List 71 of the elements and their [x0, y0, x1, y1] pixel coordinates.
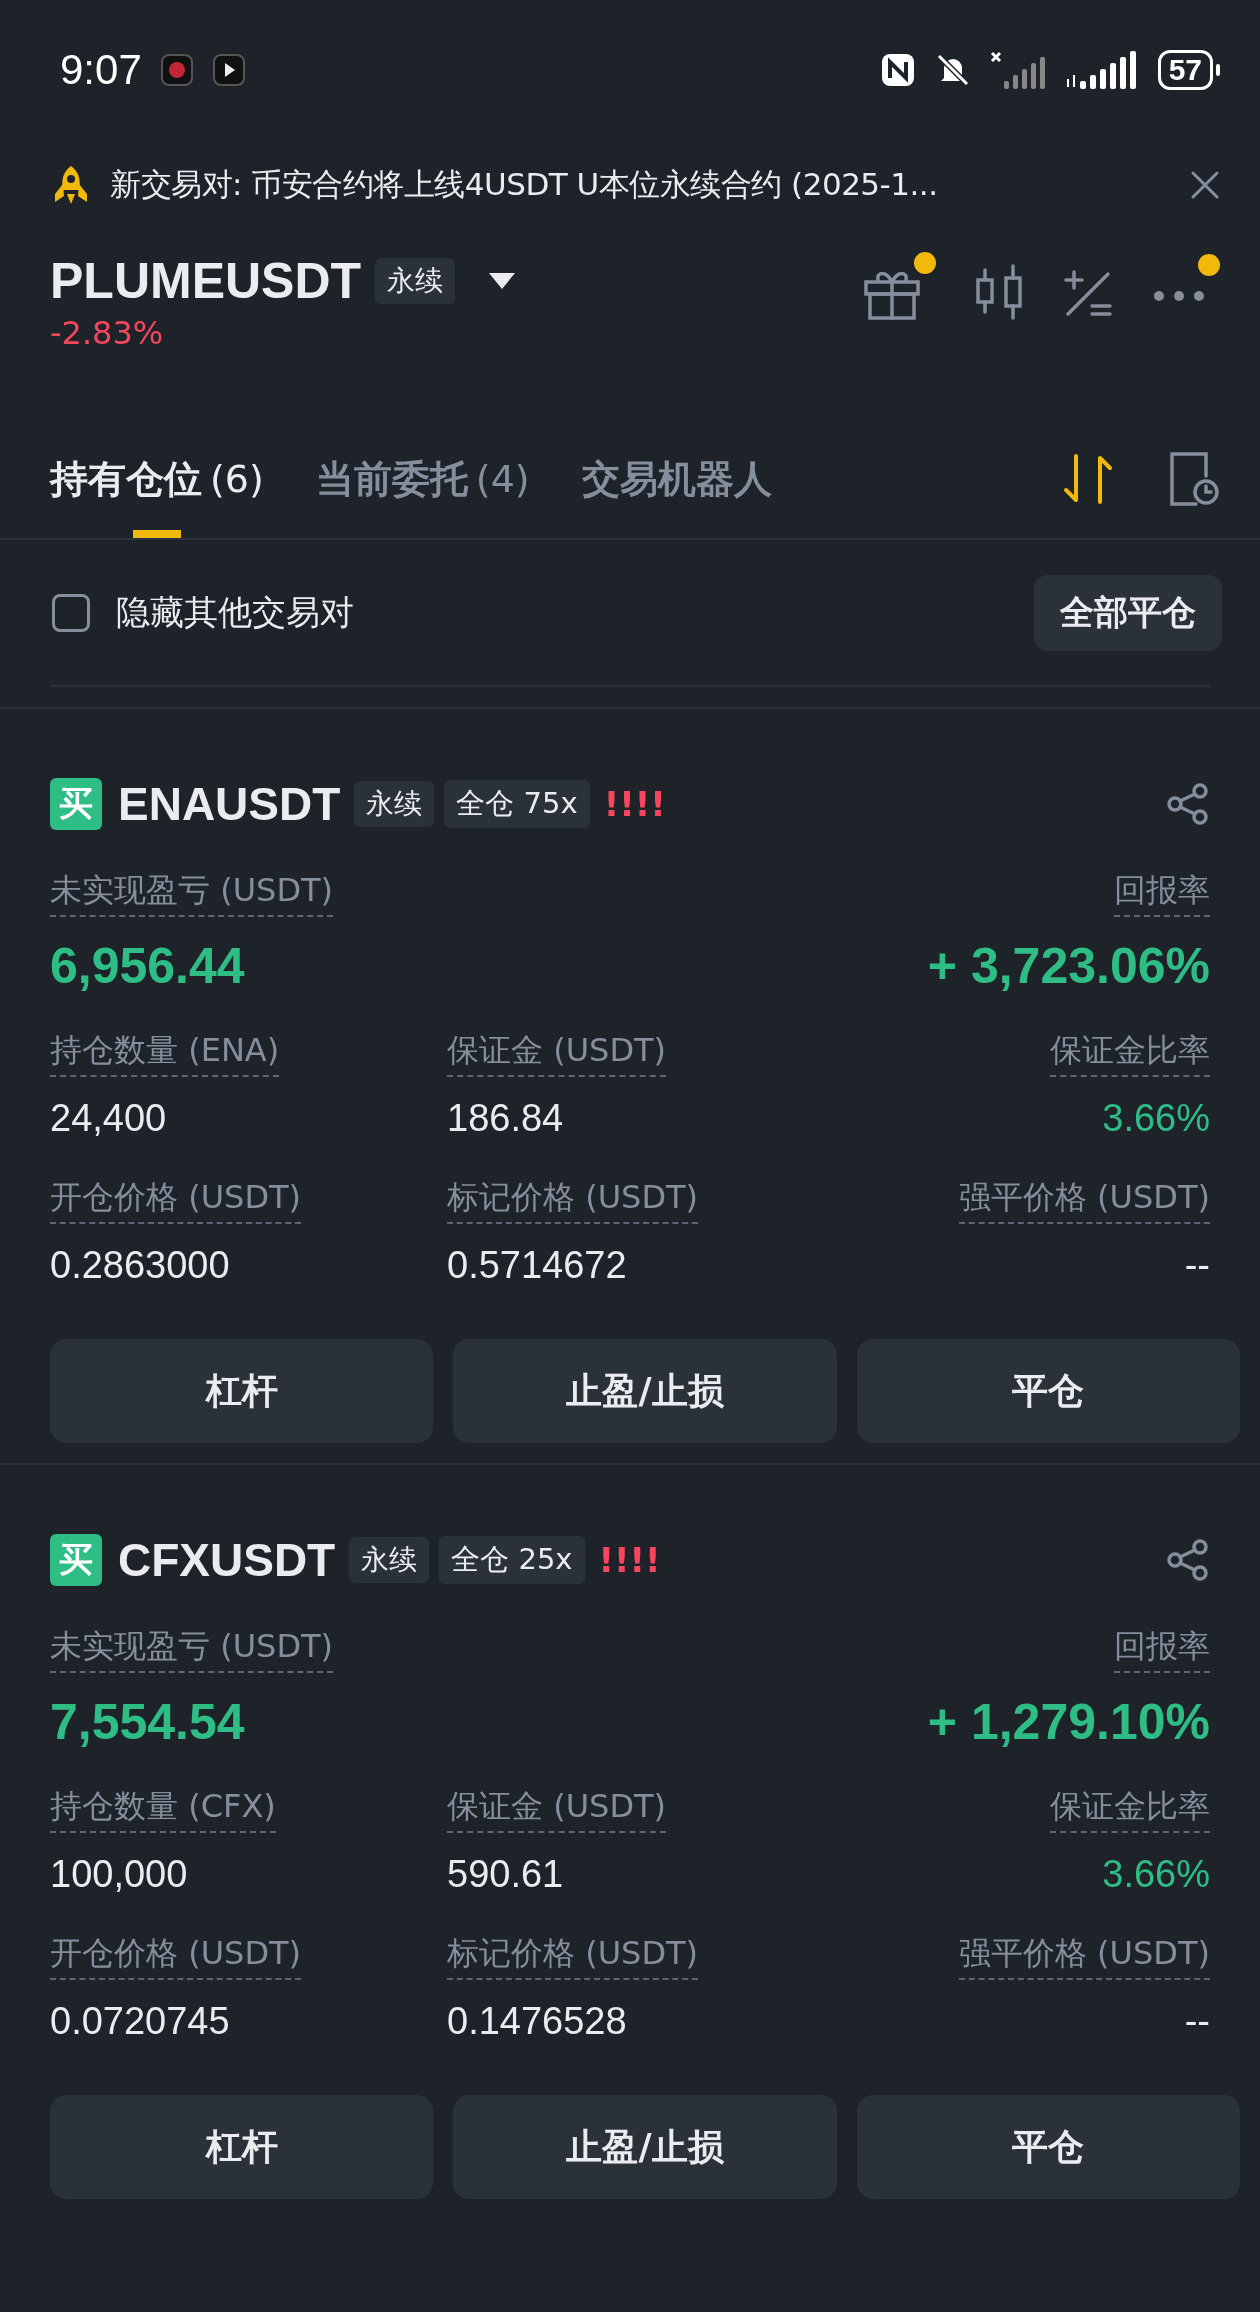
- status-time: 9:07: [60, 46, 142, 94]
- contract-tag: 永续: [349, 1537, 430, 1583]
- field-label: 强平价格 (USDT): [958, 1176, 1210, 1224]
- field-value: 0.2863000: [50, 1244, 230, 1287]
- battery-indicator: 57: [1157, 50, 1220, 90]
- field-label: 标记价格 (USDT): [447, 1932, 699, 1980]
- field-label: 持仓数量 (ENA): [50, 1029, 280, 1077]
- action-button[interactable]: 平仓: [856, 2095, 1240, 2199]
- tab[interactable]: 当前委托 (4): [315, 420, 530, 538]
- field-value: 3.66%: [1102, 1097, 1210, 1140]
- roe-label: 回报率: [1114, 1625, 1210, 1673]
- buy-badge: 买: [50, 1534, 102, 1586]
- share-icon[interactable]: [1166, 1538, 1210, 1582]
- tab[interactable]: 持有仓位 (6): [50, 420, 264, 538]
- action-button[interactable]: 止盈/止损: [453, 1339, 837, 1443]
- field-value: 0.1476528: [447, 2000, 627, 2043]
- price-change: -2.83%: [50, 314, 165, 352]
- position-symbol: CFXUSDT: [118, 1533, 336, 1587]
- candlestick-icon[interactable]: [974, 264, 1024, 320]
- field-value: --: [1184, 2000, 1210, 2043]
- field-value: 3.66%: [1102, 1853, 1210, 1896]
- action-button[interactable]: 杠杆: [50, 2095, 434, 2199]
- margin-mode-tag: 全仓 25x: [439, 1536, 585, 1584]
- tab[interactable]: 交易机器人: [581, 420, 772, 538]
- pnl-label: 未实现盈亏 (USDT): [50, 1625, 334, 1673]
- margin-mode-tag: 全仓 75x: [444, 780, 590, 828]
- nfc-icon: [879, 52, 916, 88]
- field-value: 186.84: [447, 1097, 564, 1140]
- roe-value: + 3,723.06%: [927, 937, 1210, 995]
- field-label: 标记价格 (USDT): [447, 1176, 699, 1224]
- share-icon[interactable]: [1166, 782, 1210, 826]
- gift-icon[interactable]: [862, 252, 936, 320]
- field-value: 0.5714672: [447, 1244, 627, 1287]
- field-label: 保证金 (USDT): [447, 1785, 667, 1833]
- risk-indicator: !!!!: [598, 1540, 661, 1580]
- field-value: 590.61: [447, 1853, 564, 1896]
- contract-tag: 永续: [354, 781, 435, 827]
- pnl-value: 7,554.54: [50, 1693, 245, 1751]
- app-notification-icon: [211, 53, 246, 87]
- field-label: 强平价格 (USDT): [958, 1932, 1210, 1980]
- roe-label: 回报率: [1114, 869, 1210, 917]
- position-symbol: ENAUSDT: [118, 777, 341, 831]
- pnl-label: 未实现盈亏 (USDT): [50, 869, 334, 917]
- no-signal-icon: [989, 51, 1048, 89]
- field-value: --: [1184, 1244, 1210, 1287]
- field-label: 保证金比率: [1050, 1785, 1210, 1833]
- pnl-value: 6,956.44: [50, 937, 245, 995]
- roe-value: + 1,279.10%: [927, 1693, 1210, 1751]
- close-all-button[interactable]: 全部平仓: [1034, 574, 1222, 651]
- field-label: 开仓价格 (USDT): [50, 1932, 302, 1980]
- field-label: 保证金 (USDT): [447, 1029, 667, 1077]
- contract-tag: 永续: [375, 258, 456, 304]
- action-button[interactable]: 平仓: [856, 1339, 1240, 1443]
- action-button[interactable]: 杠杆: [50, 1339, 434, 1443]
- buy-badge: 买: [50, 778, 102, 830]
- field-label: 开仓价格 (USDT): [50, 1176, 302, 1224]
- field-value: 100,000: [50, 1853, 188, 1896]
- checkbox-label: 隐藏其他交易对: [116, 590, 354, 634]
- dropdown-caret-icon[interactable]: [487, 271, 518, 291]
- app-notification-icon: [159, 53, 194, 87]
- risk-indicator: !!!!: [603, 784, 666, 824]
- field-label: 保证金比率: [1050, 1029, 1210, 1077]
- announcement-text[interactable]: 新交易对: 币安合约将上线4USDT U本位永续合约 (2025-1...: [110, 164, 1172, 206]
- field-value: 0.0720745: [50, 2000, 230, 2043]
- close-icon[interactable]: [1190, 170, 1220, 200]
- field-label: 持仓数量 (CFX): [50, 1785, 276, 1833]
- action-button[interactable]: 止盈/止损: [453, 2095, 837, 2199]
- checkbox[interactable]: [52, 593, 90, 632]
- field-value: 24,400: [50, 1097, 167, 1140]
- pair-symbol[interactable]: PLUMEUSDT: [50, 252, 362, 310]
- sort-icon[interactable]: [1062, 452, 1114, 506]
